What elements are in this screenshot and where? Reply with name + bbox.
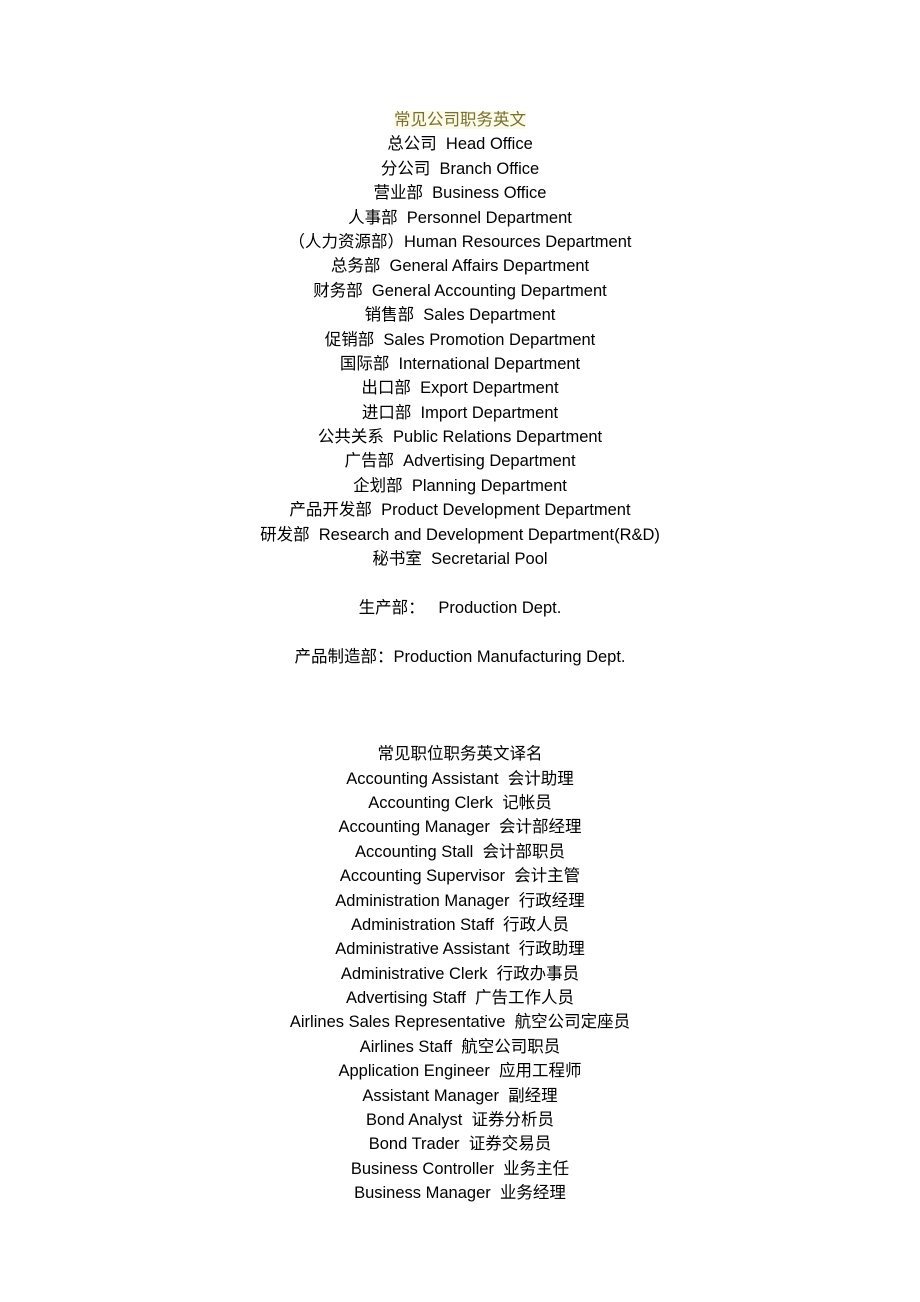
section-gap-extra: [60, 718, 860, 742]
job-title-line: Accounting Manager 会计部经理: [338, 818, 582, 837]
job-title-line: Application Engineer 应用工程师: [338, 1062, 582, 1081]
section-1-entry-list: 总公司 Head Office 分公司 Branch Office 营业部 Bu…: [60, 132, 860, 571]
job-title-line: Administrative Clerk 行政办事员: [340, 964, 580, 983]
glossary-line: 研发部 Research and Development Department(…: [260, 525, 660, 544]
glossary-line: 人事部 Personnel Department: [348, 208, 572, 227]
job-title-line: Administrative Assistant 行政助理: [335, 940, 585, 959]
section-2-title-text: 常见职位职务英文译名: [377, 745, 543, 764]
glossary-line: 出口部 Export Department: [361, 379, 559, 398]
glossary-line: 产品开发部 Product Development Department: [289, 501, 631, 520]
glossary-line: 销售部 Sales Department: [364, 306, 556, 325]
job-title-line: Airlines Sales Representative 航空公司定座员: [289, 1013, 631, 1032]
job-title-line: Airlines Staff 航空公司职员: [359, 1037, 561, 1056]
job-title-line: Accounting Assistant 会计助理: [346, 769, 574, 788]
document-page: 常见公司职务英文 总公司 Head Office 分公司 Branch Offi…: [0, 0, 920, 1302]
job-title-line: Assistant Manager 副经理: [362, 1086, 558, 1105]
job-title-line: Bond Trader 证券交易员: [368, 1135, 552, 1154]
glossary-line: 财务部 General Accounting Department: [313, 281, 607, 300]
glossary-line: 国际部 International Department: [339, 354, 581, 373]
section-1-title: 常见公司职务英文: [60, 108, 860, 132]
job-title-line: Business Controller 业务主任: [350, 1159, 570, 1178]
job-title-line: Administration Staff 行政人员: [351, 915, 569, 934]
glossary-line-production: 生产部： Production Dept.: [358, 598, 562, 617]
glossary-line: （人力资源部）Human Resources Department: [288, 232, 632, 251]
job-title-line: Accounting Supervisor 会计主管: [339, 867, 581, 886]
glossary-line: 促销部 Sales Promotion Department: [324, 330, 596, 349]
glossary-line: 分公司 Branch Office: [380, 159, 540, 178]
glossary-line: 总务部 General Affairs Department: [330, 257, 590, 276]
section-1-title-text: 常见公司职务英文: [394, 111, 526, 129]
job-title-line: Business Manager 业务经理: [354, 1184, 566, 1203]
glossary-line: 营业部 Business Office: [373, 184, 547, 203]
job-title-line: Administration Manager 行政经理: [335, 891, 585, 910]
glossary-line: 广告部 Advertising Department: [344, 452, 576, 471]
glossary-line: 公共关系 Public Relations Department: [317, 428, 603, 447]
job-title-line: Bond Analyst 证券分析员: [366, 1111, 554, 1130]
glossary-line: 总公司 Head Office: [387, 135, 533, 154]
glossary-line: 秘书室 Secretarial Pool: [372, 550, 548, 569]
job-title-line: Accounting Stall 会计部职员: [355, 842, 565, 861]
glossary-line: 企划部 Planning Department: [353, 476, 567, 495]
glossary-line-manufacturing: 产品制造部：Production Manufacturing Dept.: [294, 647, 626, 666]
job-title-line: Accounting Clerk 记帐员: [368, 793, 552, 812]
glossary-line: 进口部 Import Department: [361, 403, 559, 422]
section-2-title: 常见职位职务英文译名: [60, 742, 860, 766]
section-2-entry-list: Accounting Assistant 会计助理 Accounting Cle…: [60, 767, 860, 1206]
job-title-line: Advertising Staff 广告工作人员: [345, 989, 574, 1008]
document-body: 常见公司职务英文 总公司 Head Office 分公司 Branch Offi…: [60, 108, 860, 1206]
